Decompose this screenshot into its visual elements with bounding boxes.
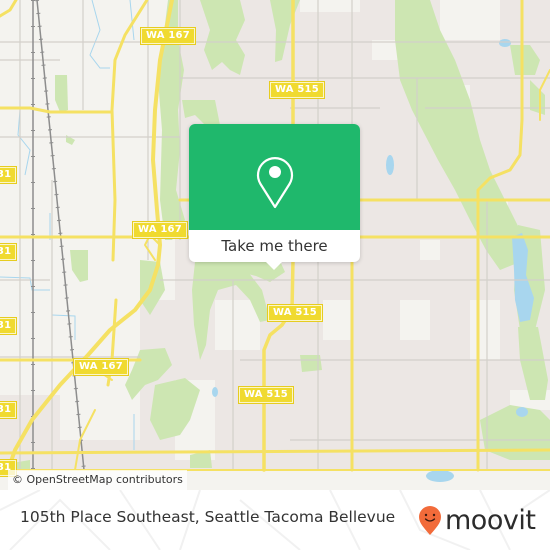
route-shield-partial: 31 (0, 166, 18, 184)
route-shield-partial: 31 (0, 401, 18, 419)
map-pin-icon (256, 157, 294, 209)
moovit-logo[interactable]: moovit (418, 502, 536, 540)
take-me-there-button[interactable]: Take me there (189, 230, 360, 262)
route-shield-partial: 31 (0, 317, 18, 335)
route-shield-wa-515: WA 515 (238, 386, 294, 404)
location-title: 105th Place Southeast, Seattle Tacoma Be… (20, 508, 396, 526)
location-popup[interactable]: Take me there (189, 124, 360, 270)
moovit-wordmark: moovit (445, 505, 536, 536)
route-shield-partial: 31 (0, 243, 18, 261)
footer-bar: 105th Place Southeast, Seattle Tacoma Be… (0, 490, 550, 550)
route-shield-wa-167: WA 167 (140, 27, 196, 45)
route-shield-wa-515: WA 515 (267, 304, 323, 322)
popup-header[interactable] (189, 124, 360, 230)
popup-pointer (265, 261, 283, 270)
moovit-smile-pin-icon (419, 506, 441, 535)
route-shield-wa-167: WA 167 (73, 358, 129, 376)
route-shield-wa-515: WA 515 (269, 81, 325, 99)
route-shield-wa-167: WA 167 (132, 221, 188, 239)
map-attribution[interactable]: © OpenStreetMap contributors (8, 470, 187, 490)
